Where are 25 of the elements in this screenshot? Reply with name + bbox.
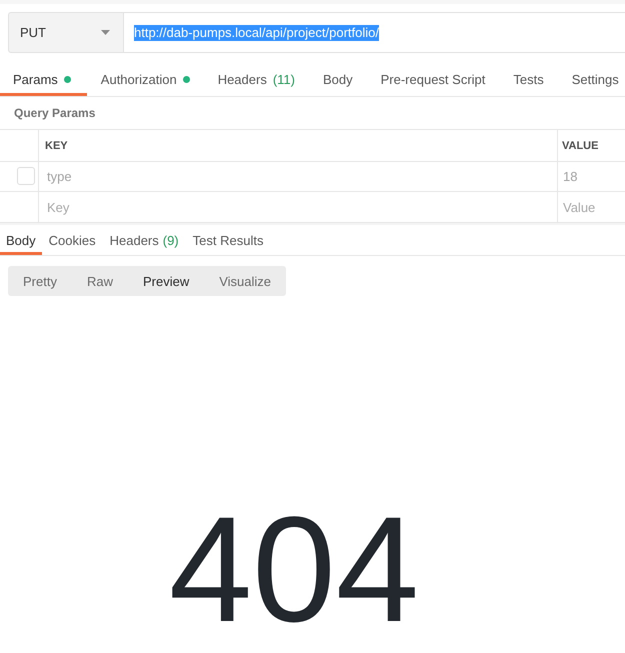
request-tab[interactable]: Headers (11) bbox=[204, 62, 309, 96]
view-mode-button[interactable]: Raw bbox=[72, 266, 128, 296]
section-title: Query Params bbox=[14, 106, 96, 120]
request-tab[interactable]: Tests bbox=[499, 62, 558, 96]
column-header: VALUE bbox=[562, 140, 598, 152]
request-tab[interactable]: Params bbox=[0, 62, 87, 96]
response-tab[interactable]: Body bbox=[0, 225, 42, 255]
request-tab[interactable]: Body bbox=[308, 62, 367, 96]
column-header: KEY bbox=[45, 140, 68, 152]
request-tab[interactable]: Authorization bbox=[86, 62, 204, 96]
response-tab[interactable]: Headers (9) bbox=[102, 225, 186, 255]
checkbox[interactable] bbox=[17, 167, 35, 185]
view-mode-button[interactable]: Visualize bbox=[204, 266, 286, 296]
status-code-text: 404 bbox=[168, 494, 420, 644]
response-tab[interactable]: Test Results bbox=[186, 225, 270, 255]
method-select[interactable]: PUT bbox=[8, 12, 124, 53]
url-text: http://dab-pumps.local/api/project/portfolio/ bbox=[134, 24, 379, 40]
request-tab[interactable]: Settings bbox=[558, 62, 625, 96]
view-mode-button[interactable]: Preview bbox=[128, 266, 204, 296]
request-tab[interactable]: Pre-request Script bbox=[366, 62, 500, 96]
view-mode-button[interactable]: Pretty bbox=[8, 266, 72, 296]
key-input[interactable]: Key bbox=[47, 192, 557, 222]
value-input[interactable]: Value bbox=[563, 192, 625, 222]
caret-icon bbox=[101, 30, 110, 35]
response-tab[interactable]: Cookies bbox=[42, 225, 103, 255]
